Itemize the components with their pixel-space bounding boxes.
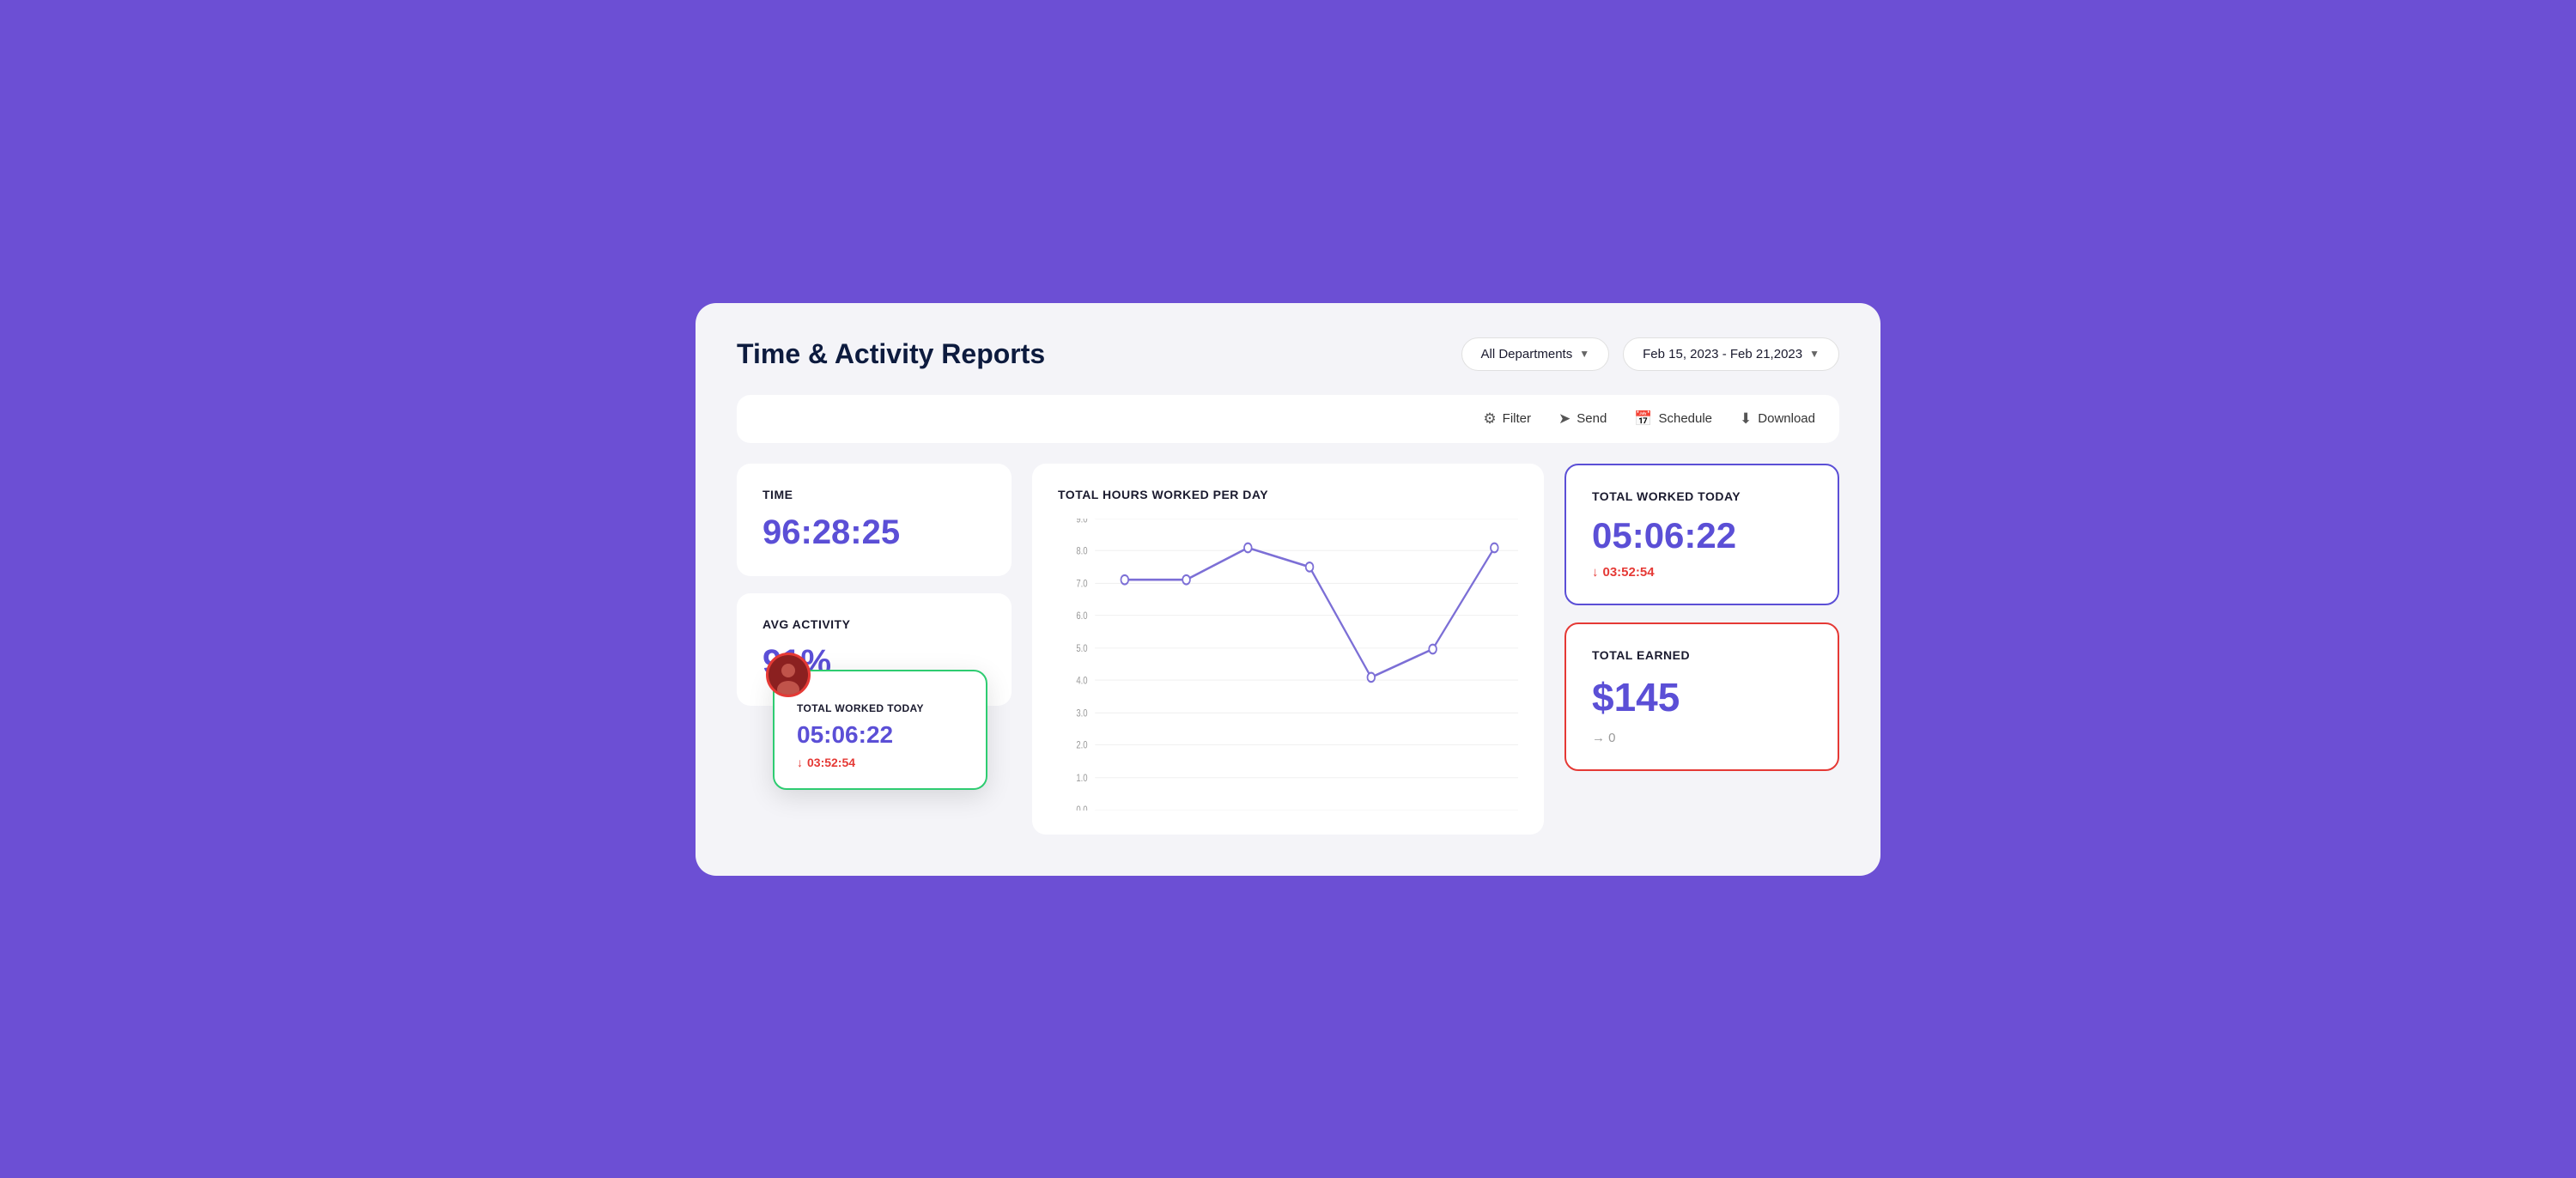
download-icon: ⬇ (1740, 410, 1752, 428)
earned-value: $145 (1592, 674, 1812, 720)
download-button[interactable]: ⬇ Download (1740, 410, 1815, 428)
popup-down-indicator: ↓ 03:52:54 (797, 756, 963, 769)
svg-text:9.0: 9.0 (1076, 519, 1087, 525)
svg-text:4.0: 4.0 (1076, 675, 1087, 686)
popup-value: 05:06:22 (797, 721, 963, 749)
svg-text:0.0: 0.0 (1076, 805, 1087, 811)
send-icon: ➤ (1558, 410, 1571, 428)
date-range-dropdown[interactable]: Feb 15, 2023 - Feb 21,2023 ▼ (1623, 337, 1839, 371)
avatar (766, 653, 811, 697)
header-controls: All Departments ▼ Feb 15, 2023 - Feb 21,… (1461, 337, 1839, 371)
svg-text:7.0: 7.0 (1076, 578, 1087, 589)
chart-title: TOTAL HOURS WORKED PER DAY (1058, 488, 1518, 501)
chevron-down-icon: ▼ (1579, 348, 1589, 360)
popup-down-icon: ↓ (797, 756, 803, 769)
department-dropdown[interactable]: All Departments ▼ (1461, 337, 1610, 371)
worked-today-card: TOTAL WORKED TODAY 05:06:22 ↓ 03:52:54 (1564, 464, 1839, 605)
svg-text:5.0: 5.0 (1076, 643, 1087, 654)
svg-text:3.0: 3.0 (1076, 707, 1087, 719)
popup-label: TOTAL WORKED TODAY (797, 702, 963, 714)
earned-arrow-indicator: → 0 (1592, 731, 1812, 745)
svg-text:2.0: 2.0 (1076, 739, 1087, 750)
right-column: TOTAL WORKED TODAY 05:06:22 ↓ 03:52:54 T… (1564, 464, 1839, 771)
total-earned-card: TOTAL EARNED $145 → 0 (1564, 622, 1839, 771)
filter-label: Filter (1503, 411, 1531, 426)
send-label: Send (1577, 411, 1607, 426)
time-label: TIME (762, 488, 986, 501)
toolbar: ⚙ Filter ➤ Send 📅 Schedule ⬇ Download (737, 395, 1839, 443)
worked-today-label: TOTAL WORKED TODAY (1592, 489, 1812, 503)
worked-today-value: 05:06:22 (1592, 515, 1812, 556)
line-chart: 9.0 8.0 7.0 6.0 5.0 4.0 3.0 2.0 1.0 0.0 (1058, 519, 1518, 811)
page-title: Time & Activity Reports (737, 338, 1045, 370)
worked-today-down-value: 03:52:54 (1603, 565, 1655, 580)
svg-text:8.0: 8.0 (1076, 545, 1087, 556)
time-value: 96:28:25 (762, 513, 986, 552)
download-label: Download (1758, 411, 1815, 426)
schedule-label: Schedule (1658, 411, 1712, 426)
chart-container: 9.0 8.0 7.0 6.0 5.0 4.0 3.0 2.0 1.0 0.0 (1058, 519, 1518, 811)
chart-card: TOTAL HOURS WORKED PER DAY 9.0 (1032, 464, 1544, 835)
send-button[interactable]: ➤ Send (1558, 410, 1607, 428)
earned-label: TOTAL EARNED (1592, 648, 1812, 662)
department-label: All Departments (1481, 347, 1573, 361)
svg-text:6.0: 6.0 (1076, 610, 1087, 622)
filter-icon: ⚙ (1483, 410, 1496, 428)
popup-worked-card: TOTAL WORKED TODAY 05:06:22 ↓ 03:52:54 (773, 670, 987, 790)
time-card: TIME 96:28:25 (737, 464, 1012, 576)
schedule-icon: 📅 (1634, 410, 1652, 428)
down-arrow-icon: ↓ (1592, 565, 1599, 580)
avg-activity-label: AVG ACTIVITY (762, 617, 986, 631)
chevron-down-icon: ▼ (1809, 348, 1820, 360)
filter-button[interactable]: ⚙ Filter (1483, 410, 1531, 428)
date-range-label: Feb 15, 2023 - Feb 21,2023 (1643, 347, 1802, 361)
worked-today-down: ↓ 03:52:54 (1592, 565, 1812, 580)
main-dashboard-card: Time & Activity Reports All Departments … (696, 303, 1880, 876)
header: Time & Activity Reports All Departments … (737, 337, 1839, 371)
popup-down-value: 03:52:54 (807, 756, 855, 769)
schedule-button[interactable]: 📅 Schedule (1634, 410, 1712, 428)
svg-text:1.0: 1.0 (1076, 773, 1087, 784)
